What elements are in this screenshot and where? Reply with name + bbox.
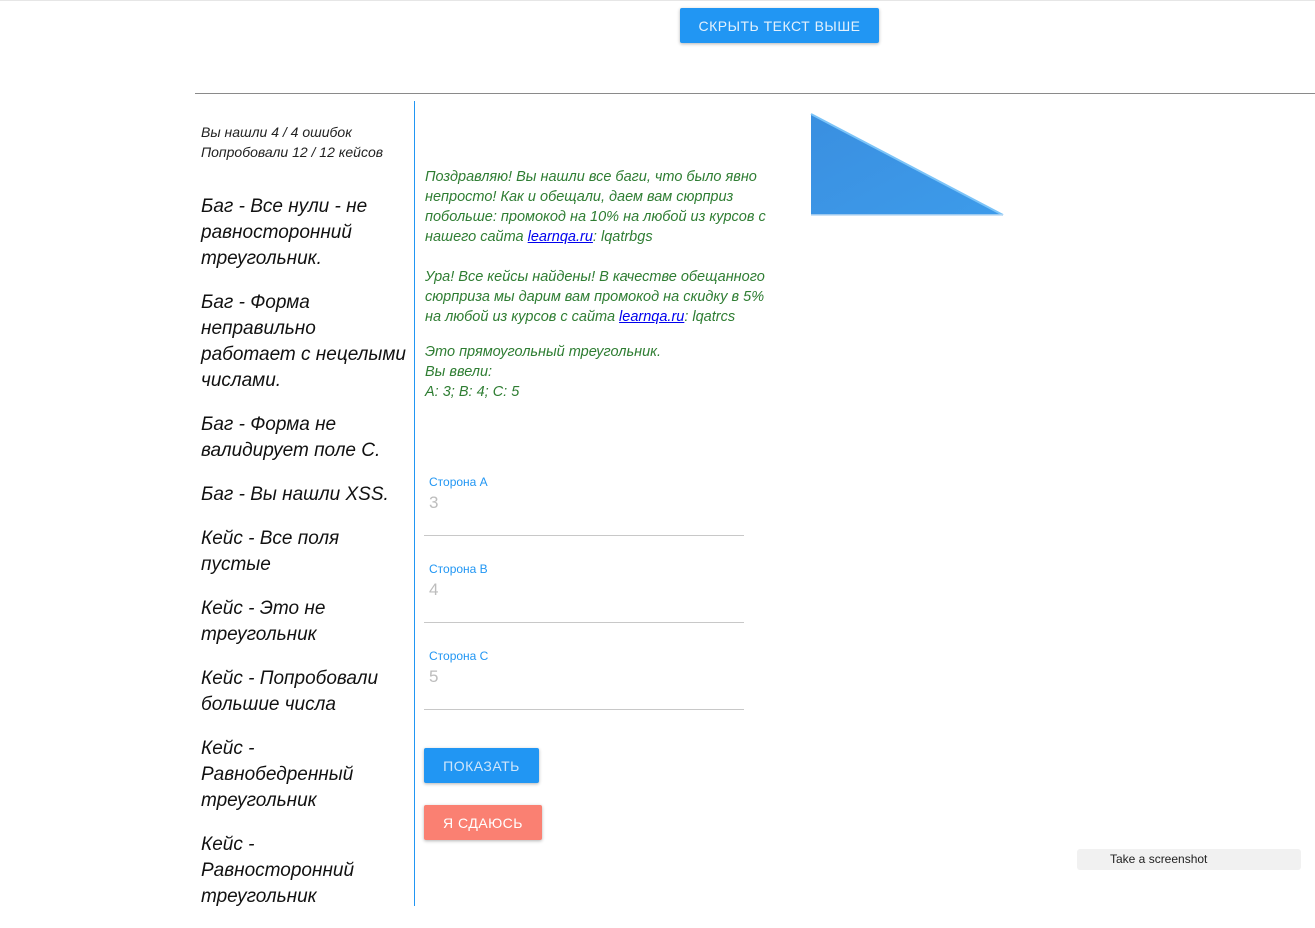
screenshot-tooltip-text: Take a screenshot — [1110, 852, 1208, 866]
top-border — [0, 0, 1315, 1]
side-c-field: Сторона C — [424, 649, 744, 710]
give-up-button[interactable]: Я сдаюсь — [424, 805, 542, 840]
triangle-image — [810, 113, 1004, 216]
cases-tried-text: Попробовали 12 / 12 кейсов — [201, 144, 384, 160]
learnqa-link[interactable]: learnqa.ru — [528, 229, 593, 245]
screenshot-tooltip[interactable]: Take a screenshot — [1077, 849, 1301, 870]
column-divider — [414, 101, 415, 906]
list-item: Кейс - Попробовали большие числа — [201, 668, 379, 715]
side-b-field: Сторона B — [424, 562, 744, 623]
side-a-field: Сторона A — [424, 475, 744, 536]
bugs-message: Поздравляю! Вы нашли все баги, что было … — [425, 167, 775, 247]
list-item: Кейс - Равносторонний треугольник — [201, 834, 355, 907]
side-a-input[interactable] — [429, 493, 729, 513]
list-item: Кейс - Равнобедренный треугольник — [201, 738, 354, 811]
result-line: Это прямоугольный треугольник. — [425, 344, 662, 360]
list-item: Кейс - Это не треугольник — [201, 598, 326, 645]
list-item: Баг - Вы нашли XSS. — [201, 484, 389, 505]
cases-promo-code: : lqatrcs — [684, 309, 736, 325]
hide-text-button[interactable]: Скрыть текст выше — [680, 8, 879, 43]
found-items-list: Баг - Все нули - не равносторонний треуг… — [201, 194, 411, 928]
bugs-promo-code: : lqatrbgs — [592, 229, 653, 245]
cases-message: Ура! Все кейсы найдены! В качестве обеща… — [425, 267, 775, 327]
list-item: Баг - Все нули - не равносторонний треуг… — [201, 196, 368, 269]
progress-stats: Вы нашли 4 / 4 ошибок Попробовали 12 / 1… — [201, 122, 383, 162]
side-b-input[interactable] — [429, 580, 729, 600]
side-c-label: Сторона C — [429, 649, 489, 663]
side-b-label: Сторона B — [429, 562, 488, 576]
result-line: Вы ввели: — [425, 364, 493, 380]
learnqa-link[interactable]: learnqa.ru — [619, 309, 684, 325]
show-button[interactable]: Показать — [424, 748, 539, 783]
list-item: Баг - Форма неправильно работает с нецел… — [201, 292, 406, 391]
list-item: Кейс - Все поля пустые — [201, 528, 340, 575]
divider — [195, 93, 1315, 94]
messages: Поздравляю! Вы нашли все баги, что было … — [425, 167, 775, 402]
side-c-input[interactable] — [429, 667, 729, 687]
result-line: A: 3; B: 4; C: 5 — [425, 384, 520, 400]
list-item: Баг - Форма не валидирует поле С. — [201, 414, 381, 461]
side-a-label: Сторона A — [429, 475, 488, 489]
bugs-found-text: Вы нашли 4 / 4 ошибок — [201, 124, 352, 140]
